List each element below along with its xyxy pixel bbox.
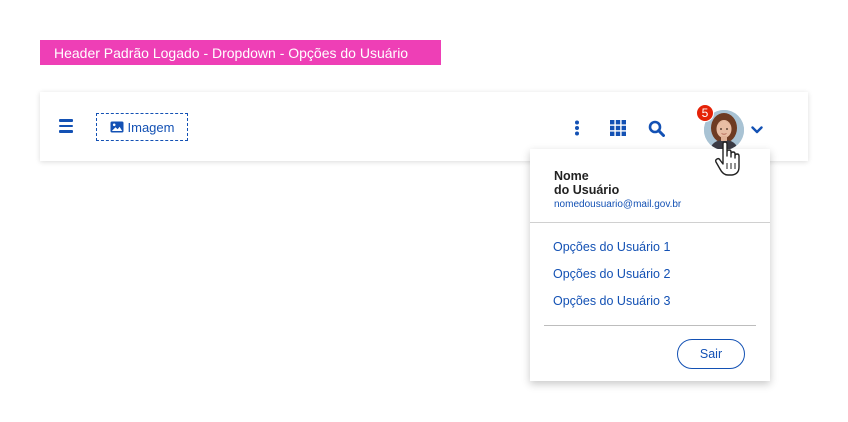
logout-button[interactable]: Sair bbox=[677, 339, 745, 369]
logo-label: Imagem bbox=[127, 119, 175, 135]
notification-badge: 5 bbox=[696, 104, 714, 122]
chevron-down-icon bbox=[751, 126, 763, 134]
apps-button[interactable] bbox=[606, 116, 630, 140]
user-avatar-button[interactable]: 5 bbox=[696, 104, 744, 150]
image-icon bbox=[110, 121, 124, 133]
divider bbox=[530, 222, 770, 223]
user-email: nomedousuario@mail.gov.br bbox=[554, 199, 682, 210]
logo-placeholder[interactable]: Imagem bbox=[96, 113, 188, 141]
user-name-line2: do Usuário bbox=[554, 183, 620, 197]
user-option-3[interactable]: Opções do Usuário 3 bbox=[553, 294, 670, 308]
user-option-1[interactable]: Opções do Usuário 1 bbox=[553, 240, 670, 254]
more-options-button[interactable] bbox=[565, 116, 589, 140]
annotation-label: Header Padrão Logado - Dropdown - Opções… bbox=[40, 40, 441, 65]
search-button[interactable] bbox=[644, 116, 668, 140]
search-icon bbox=[648, 120, 665, 137]
user-name: Nome do Usuário bbox=[554, 169, 619, 197]
divider bbox=[544, 325, 756, 326]
user-name-line1: Nome bbox=[554, 169, 589, 183]
annotation-label-text: Header Padrão Logado - Dropdown - Opções… bbox=[54, 44, 409, 61]
user-menu-toggle[interactable] bbox=[745, 118, 769, 142]
menu-button[interactable] bbox=[59, 118, 77, 134]
apps-grid-icon bbox=[610, 120, 626, 136]
user-option-2[interactable]: Opções do Usuário 2 bbox=[553, 267, 670, 281]
kebab-menu-icon bbox=[575, 120, 579, 136]
menu-icon-bar bbox=[59, 124, 73, 128]
user-dropdown: Nome do Usuário nomedousuario@mail.gov.b… bbox=[530, 149, 770, 381]
menu-icon-bar bbox=[59, 119, 73, 122]
menu-icon-bar bbox=[59, 130, 73, 133]
